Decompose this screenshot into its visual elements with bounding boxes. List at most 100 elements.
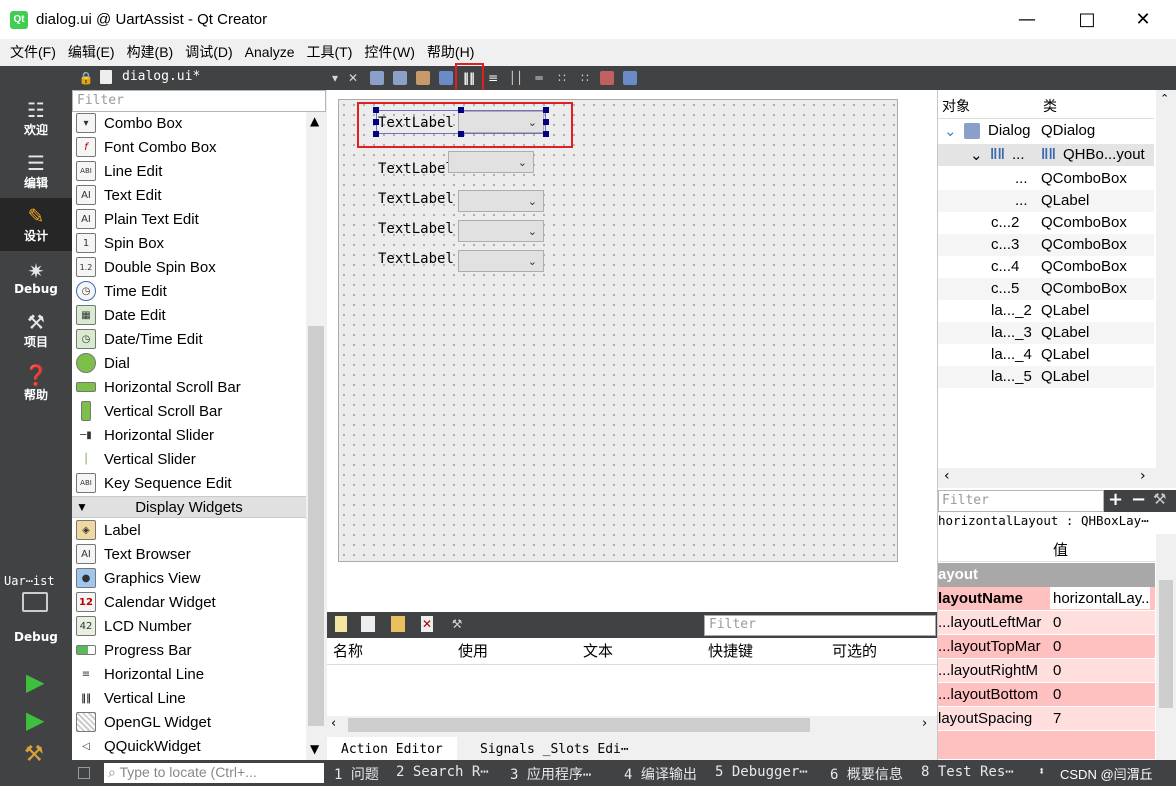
scroll-up-icon[interactable]: ⌃	[1160, 92, 1169, 105]
kit-label[interactable]: Uar⋯ist	[4, 574, 55, 588]
widget-vertical-slider[interactable]: │ Vertical Slider	[72, 447, 306, 471]
widget-calendar[interactable]: 12 Calendar Widget	[72, 590, 306, 614]
document-tab[interactable]: dialog.ui*	[122, 69, 200, 84]
form-combo-5[interactable]: ⌄	[458, 250, 544, 272]
widget-box-scroll-thumb[interactable]	[308, 326, 324, 726]
widget-filter-input[interactable]: Filter	[72, 90, 326, 112]
oi-row[interactable]: la..._4 QLabel	[938, 344, 1154, 366]
form-combo-2[interactable]: ⌄	[448, 151, 534, 173]
menu-edit[interactable]: 编辑(E)	[62, 39, 121, 66]
oi-header-object[interactable]: 对象	[942, 96, 970, 116]
tab-action-editor[interactable]: Action Editor	[327, 737, 457, 761]
menu-file[interactable]: 文件(F)	[4, 39, 62, 66]
mode-help[interactable]: ❓ 帮助	[0, 357, 72, 410]
property-vscroll-thumb[interactable]	[1159, 580, 1173, 708]
delete-action-icon[interactable]: ✕	[421, 616, 433, 632]
prop-row-spacing[interactable]: layoutSpacing 7	[938, 707, 1155, 731]
paste-action-icon[interactable]	[391, 616, 405, 632]
remove-property-icon[interactable]: −	[1131, 489, 1146, 510]
form-label-2[interactable]: TextLabel	[378, 161, 454, 177]
break-layout-icon[interactable]	[600, 71, 614, 85]
tab-signals-slots[interactable]: Signals _Slots Edi⋯	[466, 737, 643, 761]
col-name[interactable]: 名称	[333, 640, 363, 661]
widget-lcd-number[interactable]: 42 LCD Number	[72, 614, 306, 638]
menu-build[interactable]: 构建(B)	[121, 39, 180, 66]
property-section-layout[interactable]: ayout	[938, 563, 1155, 587]
scroll-right-icon[interactable]: ›	[1140, 468, 1146, 484]
widget-date-edit[interactable]: ▦ Date Edit	[72, 303, 306, 327]
oi-row[interactable]: c...3 QComboBox	[938, 234, 1154, 256]
prop-row-layoutname[interactable]: layoutName horizontalLay...	[938, 587, 1155, 611]
menu-analyze[interactable]: Analyze	[239, 39, 301, 66]
doc-dropdown-icon[interactable]: ▾	[327, 70, 343, 86]
menu-help[interactable]: 帮助(H)	[421, 39, 480, 66]
widget-text-browser[interactable]: AI Text Browser	[72, 542, 306, 566]
prop-row-partial[interactable]	[938, 731, 1155, 760]
edit-widgets-icon[interactable]	[370, 71, 384, 85]
pane-search-results[interactable]: 2 Search R⋯	[396, 764, 489, 780]
sidebar-toggle-icon[interactable]	[78, 767, 90, 779]
pane-compile-output[interactable]: 4 编译输出	[624, 764, 697, 784]
locate-input[interactable]: ⌕ Type to locate (Ctrl+...	[104, 763, 324, 783]
widget-vertical-scroll-bar[interactable]: Vertical Scroll Bar	[72, 399, 306, 423]
widget-horizontal-slider[interactable]: ─▮ Horizontal Slider	[72, 423, 306, 447]
widget-plain-text-edit[interactable]: AI Plain Text Edit	[72, 207, 306, 231]
col-text[interactable]: 文本	[583, 640, 613, 661]
mode-debug[interactable]: ✷ Debug	[0, 251, 72, 304]
configure-wrench-icon[interactable]: ⚒	[449, 616, 465, 632]
oi-row[interactable]: la..._2 QLabel	[938, 300, 1154, 322]
monitor-icon[interactable]	[22, 592, 48, 612]
menu-tools[interactable]: 工具(T)	[300, 39, 358, 66]
scroll-left-icon[interactable]: ‹	[331, 716, 336, 731]
splitter-horizontal-icon[interactable]: ││	[508, 70, 524, 86]
oi-row-dialog[interactable]: ⌄ Dialog QDialog	[938, 120, 1154, 142]
widget-datetime-edit[interactable]: ◷ Date/Time Edit	[72, 327, 306, 351]
pane-issues[interactable]: 1 问题	[334, 764, 379, 784]
form-label-5[interactable]: TextLabel	[378, 251, 454, 267]
widget-horizontal-line[interactable]: ≡ Horizontal Line	[72, 662, 306, 686]
widget-text-edit[interactable]: AI Text Edit	[72, 183, 306, 207]
widget-spin-box[interactable]: 1 Spin Box	[72, 231, 306, 255]
form-label-4[interactable]: TextLabel	[378, 221, 454, 237]
widget-progress-bar[interactable]: Progress Bar	[72, 638, 306, 662]
prop-row-leftmargin[interactable]: layoutLeftMar... 0	[938, 611, 1155, 635]
oi-row[interactable]: ... QLabel	[938, 190, 1154, 212]
form-combo-4[interactable]: ⌄	[458, 220, 544, 242]
category-display-widgets[interactable]: ▼ Display Widgets	[72, 496, 306, 518]
form-combo-3[interactable]: ⌄	[458, 190, 544, 212]
mode-welcome[interactable]: ☷ 欢迎	[0, 92, 72, 145]
new-action-icon[interactable]	[335, 616, 347, 632]
widget-font-combo-box[interactable]: f Font Combo Box	[72, 135, 306, 159]
splitter-vertical-icon[interactable]: ═	[531, 70, 547, 86]
pane-test-results[interactable]: 8 Test Res⋯	[921, 764, 1014, 780]
col-checkable[interactable]: 可选的	[832, 640, 877, 661]
property-filter-input[interactable]: Filter	[938, 490, 1104, 512]
mode-projects[interactable]: ⚒ 项目	[0, 304, 72, 357]
widget-dial[interactable]: Dial	[72, 351, 306, 375]
grid-layout-icon[interactable]: ∷	[577, 70, 593, 86]
pane-general-messages[interactable]: 6 概要信息	[830, 764, 903, 784]
oi-vscroll[interactable]	[1156, 90, 1176, 468]
oi-row[interactable]: la..._5 QLabel	[938, 366, 1154, 388]
widget-combo-box[interactable]: ▾ Combo Box	[72, 111, 306, 135]
edit-buddies-icon[interactable]	[416, 71, 430, 85]
pane-arrows-icon[interactable]: ⬍	[1038, 764, 1045, 778]
pane-debugger[interactable]: 5 Debugger⋯	[715, 764, 808, 780]
scroll-right-icon[interactable]: ›	[922, 716, 927, 731]
prop-row-bottommargin[interactable]: layoutBottom... 0	[938, 683, 1155, 707]
oi-row[interactable]: c...5 QComboBox	[938, 278, 1154, 300]
widget-opengl[interactable]: OpenGL Widget	[72, 710, 306, 734]
close-button[interactable]: ✕	[1120, 0, 1166, 39]
scroll-up-icon[interactable]: ▲	[310, 114, 319, 128]
form-layout-icon[interactable]: ∷	[554, 70, 570, 86]
mode-design[interactable]: ✎ 设计	[0, 198, 72, 251]
widget-key-sequence-edit[interactable]: ABI Key Sequence Edit	[72, 471, 306, 495]
edit-signals-icon[interactable]	[393, 71, 407, 85]
widget-vertical-line[interactable]: ‖‖ Vertical Line	[72, 686, 306, 710]
action-editor-hscroll-thumb[interactable]	[348, 718, 810, 732]
scroll-left-icon[interactable]: ‹	[944, 468, 950, 484]
oi-header-class[interactable]: 类	[1043, 96, 1057, 116]
form-label-3[interactable]: TextLabel	[378, 191, 454, 207]
edit-tab-order-icon[interactable]	[439, 71, 453, 85]
oi-row[interactable]: la..._3 QLabel	[938, 322, 1154, 344]
